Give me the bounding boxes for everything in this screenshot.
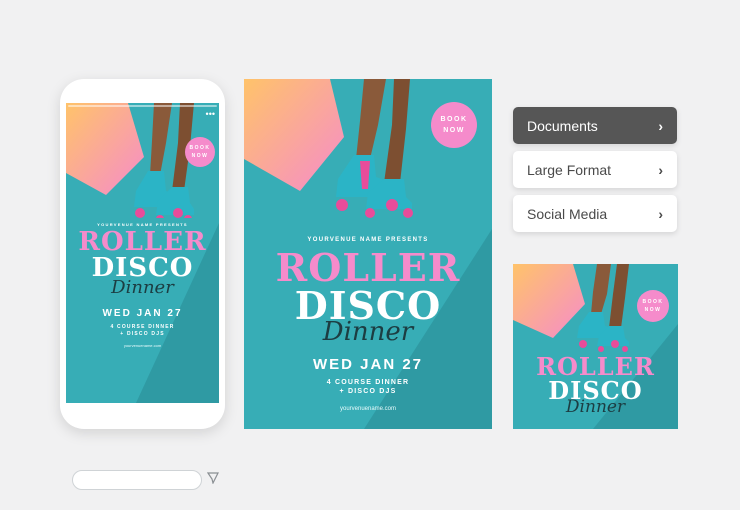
menu-item-social-media[interactable]: Social Media › — [513, 195, 677, 232]
menu-item-label: Social Media — [527, 205, 608, 222]
book-now-badge[interactable]: BOOK NOW — [185, 137, 215, 167]
chevron-right-icon: › — [658, 117, 663, 134]
dinner-title: Dinner — [322, 317, 414, 347]
skater-legs-image — [577, 264, 629, 352]
event-details: 4 COURSE DINNER + DISCO DJS — [66, 324, 219, 338]
event-date: WED JAN 27 — [102, 308, 183, 319]
detail-line-2: + DISCO DJS — [339, 388, 397, 396]
book-now-badge[interactable]: BOOK NOW — [431, 102, 477, 148]
detail-line-1: 4 COURSE DINNER — [326, 379, 410, 386]
story-poster: BOOK NOW YOURVENUE NAME PRESENTS ROLLER D… — [66, 103, 219, 403]
more-dots-icon[interactable]: ••• — [206, 110, 215, 119]
book-now-line2: NOW — [644, 307, 662, 313]
detail-line-2: + DISCO DJS — [120, 330, 165, 337]
skater-legs-image — [134, 103, 194, 218]
book-now-line2: NOW — [191, 153, 209, 159]
dinner-title: Dinner — [111, 277, 174, 298]
dinner-title: Dinner — [565, 397, 626, 417]
story-progress-bar — [68, 105, 217, 107]
website-text: yourvenuename.com — [123, 343, 162, 348]
detail-line-1: 4 COURSE DINNER — [110, 324, 175, 330]
story-reply-input[interactable] — [72, 470, 202, 490]
event-details: 4 COURSE DINNER + DISCO DJS — [244, 378, 492, 397]
menu-item-large-format[interactable]: Large Format › — [513, 151, 677, 188]
book-now-line1: BOOK — [189, 145, 211, 151]
menu-item-label: Large Format — [527, 161, 612, 178]
chevron-right-icon: › — [658, 161, 663, 178]
social-poster-preview[interactable]: BOOK NOW ROLLER DISCO Dinner — [513, 264, 678, 429]
website-text: yourvenuename.com — [339, 406, 397, 412]
book-now-line2: NOW — [443, 127, 465, 134]
menu-item-documents[interactable]: Documents › — [513, 107, 677, 144]
presents-text: YOURVENUE NAME PRESENTS — [307, 237, 429, 243]
skater-legs-image — [336, 79, 413, 218]
book-now-line1: BOOK — [642, 299, 664, 305]
book-now-line1: BOOK — [440, 115, 468, 123]
event-date: WED JAN 27 — [312, 356, 424, 373]
chevron-right-icon: › — [658, 205, 663, 222]
story-phone-preview[interactable]: BOOK NOW YOURVENUE NAME PRESENTS ROLLER D… — [60, 79, 225, 490]
book-now-badge[interactable]: BOOK NOW — [637, 290, 669, 322]
document-poster-preview[interactable]: BOOK NOW YOURVENUE NAME PRESENTS ROLLER D… — [244, 79, 492, 429]
send-icon[interactable] — [207, 472, 219, 484]
menu-item-label: Documents — [527, 117, 598, 134]
